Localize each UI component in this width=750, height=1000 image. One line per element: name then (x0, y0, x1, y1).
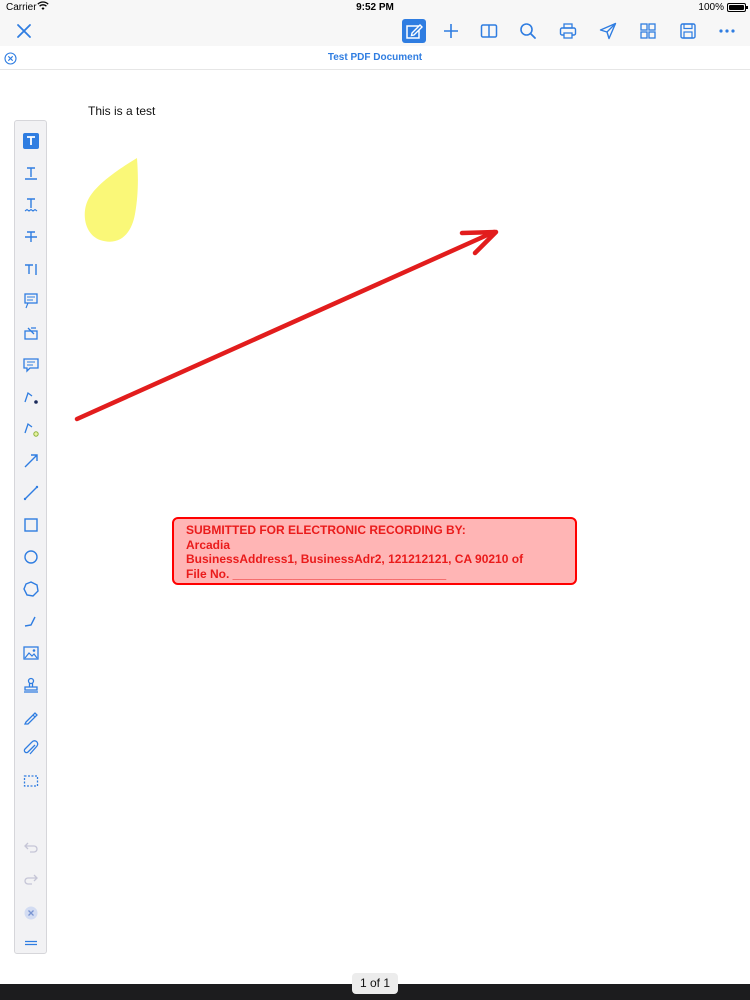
tool-squiggly[interactable] (19, 193, 43, 217)
tool-text-box[interactable] (19, 129, 43, 153)
stamp-line-4: File No. _______________________________… (186, 566, 447, 581)
drag-handle-icon (25, 940, 37, 946)
stamp-line-2: Arcadia (186, 537, 231, 552)
tool-text-stamp[interactable] (19, 321, 43, 345)
tool-polyline[interactable] (19, 609, 43, 633)
line-icon (23, 485, 39, 501)
tool-strikethrough[interactable] (19, 225, 43, 249)
note-icon (23, 358, 39, 373)
tool-callout[interactable] (19, 289, 43, 313)
selection-icon (23, 775, 39, 787)
arrow-icon (24, 454, 38, 468)
redo-button[interactable] (19, 867, 43, 891)
highlight-blob[interactable] (84, 158, 138, 242)
image-icon (23, 646, 39, 660)
callout-icon (24, 293, 38, 309)
tool-highlighter[interactable] (19, 417, 43, 441)
tool-underline[interactable] (19, 161, 43, 185)
recording-stamp[interactable]: SUBMITTED FOR ELECTRONIC RECORDING BY: A… (172, 517, 577, 585)
strikethrough-icon (25, 231, 37, 242)
underline-icon (25, 167, 37, 180)
text-stamp-icon (24, 327, 38, 340)
tool-circle[interactable] (19, 545, 43, 569)
text-box-icon (23, 133, 39, 149)
palette-drag-handle[interactable] (19, 931, 43, 955)
clear-icon (24, 906, 38, 920)
signature-icon (23, 712, 38, 725)
stamp-icon (24, 677, 38, 693)
tool-image[interactable] (19, 641, 43, 665)
undo-button[interactable] (19, 835, 43, 859)
tool-attachment[interactable] (19, 737, 43, 761)
redo-icon (24, 874, 38, 885)
polygon-icon (23, 581, 39, 597)
annotation-layer (74, 158, 499, 422)
red-arrow[interactable] (74, 229, 499, 422)
attachment-icon (23, 740, 39, 755)
tool-stamp[interactable] (19, 673, 43, 697)
tool-polygon[interactable] (19, 577, 43, 601)
clear-button[interactable] (19, 901, 43, 925)
tool-arrow[interactable] (19, 449, 43, 473)
tool-line[interactable] (19, 481, 43, 505)
highlighter-icon (24, 422, 39, 437)
pen-icon (24, 391, 38, 404)
insert-text-icon (25, 264, 37, 275)
polyline-icon (24, 616, 36, 627)
stamp-line-3: BusinessAddress1, BusinessAdr2, 12121212… (186, 552, 524, 566)
circle-icon (24, 550, 38, 564)
squiggly-icon (24, 198, 38, 212)
page-indicator: 1 of 1 (352, 973, 398, 994)
undo-icon (24, 842, 38, 853)
tool-selection[interactable] (19, 769, 43, 793)
stamp-line-1: SUBMITTED FOR ELECTRONIC RECORDING BY: (186, 523, 466, 537)
tool-signature[interactable] (19, 705, 43, 729)
rectangle-icon (24, 518, 38, 532)
tool-rectangle[interactable] (19, 513, 43, 537)
tool-pen[interactable] (19, 385, 43, 409)
tool-insert-text[interactable] (19, 257, 43, 281)
annotation-tool-palette (14, 120, 47, 954)
tool-note[interactable] (19, 353, 43, 377)
